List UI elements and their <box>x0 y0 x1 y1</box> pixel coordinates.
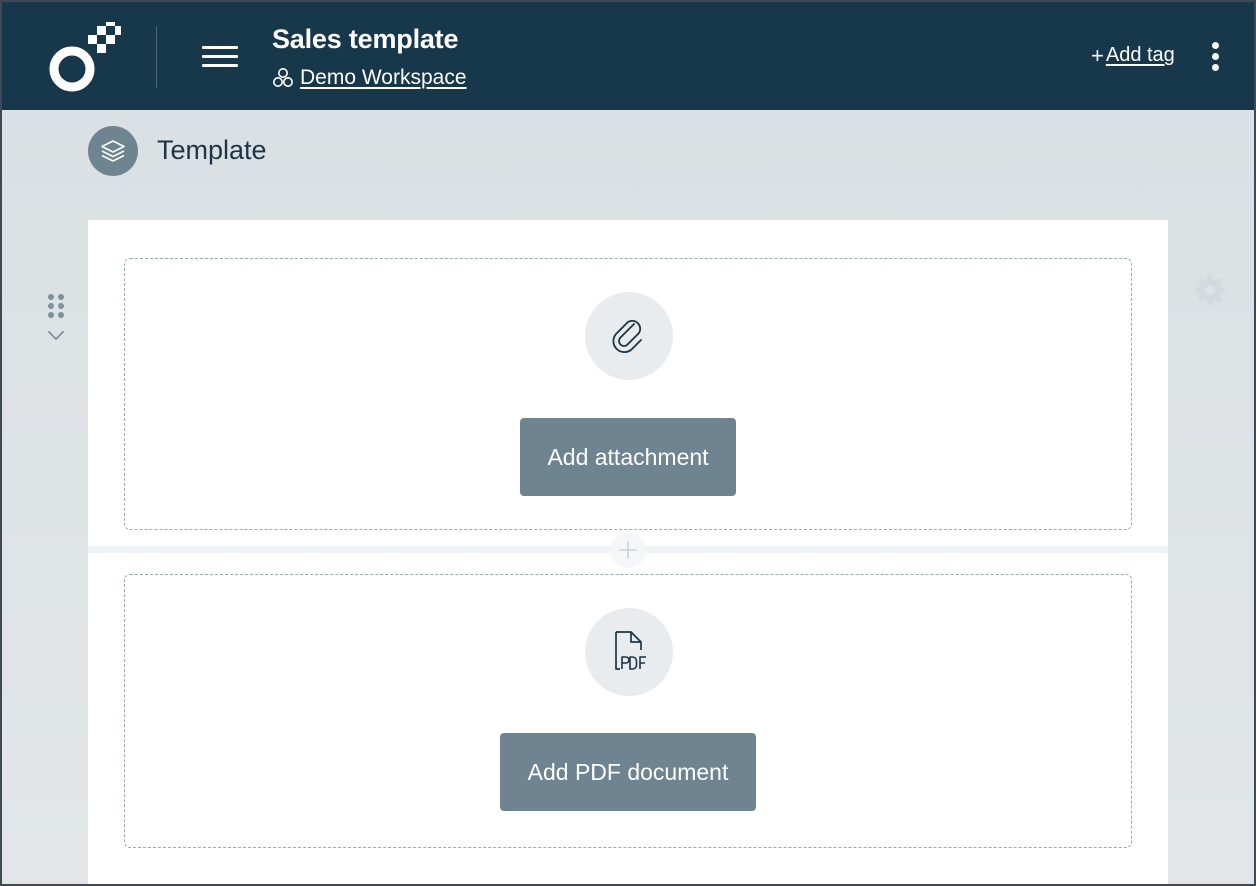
add-pdf-document-button[interactable]: Add PDF document <box>500 733 756 811</box>
app-window: Sales template Demo Workspace + Add tag … <box>2 2 1254 884</box>
add-attachment-button[interactable]: Add attachment <box>520 418 736 496</box>
paperclip-icon <box>612 319 642 353</box>
section-title: Template <box>157 135 267 165</box>
header-divider <box>156 26 157 88</box>
workspace-icon <box>273 68 293 87</box>
app-logo[interactable] <box>46 20 122 92</box>
more-options-icon[interactable] <box>1206 40 1226 74</box>
settings-gear-icon[interactable] <box>1192 272 1228 308</box>
hamburger-menu-icon[interactable] <box>202 42 240 72</box>
template-card: Add attachment Add PDF document <box>88 220 1168 884</box>
add-tag-label[interactable]: Add tag <box>1106 44 1175 67</box>
attachment-icon-badge <box>585 292 673 380</box>
workspace-label[interactable]: Demo Workspace <box>300 66 467 90</box>
top-bar: Sales template Demo Workspace + Add tag <box>2 2 1254 110</box>
add-tag-button[interactable]: + Add tag <box>1091 44 1175 67</box>
layers-icon <box>88 126 138 176</box>
drag-handle-icon[interactable] <box>44 292 68 350</box>
workspace-link[interactable]: Demo Workspace <box>272 65 467 91</box>
plus-icon: + <box>1091 42 1104 68</box>
attachment-block: Add attachment <box>124 258 1132 530</box>
insert-block-plus-icon[interactable] <box>610 532 646 568</box>
document-title[interactable]: Sales template <box>272 24 458 55</box>
pdf-file-icon <box>615 631 646 670</box>
pdf-icon-badge <box>585 608 673 696</box>
pdf-block: Add PDF document <box>124 574 1132 848</box>
